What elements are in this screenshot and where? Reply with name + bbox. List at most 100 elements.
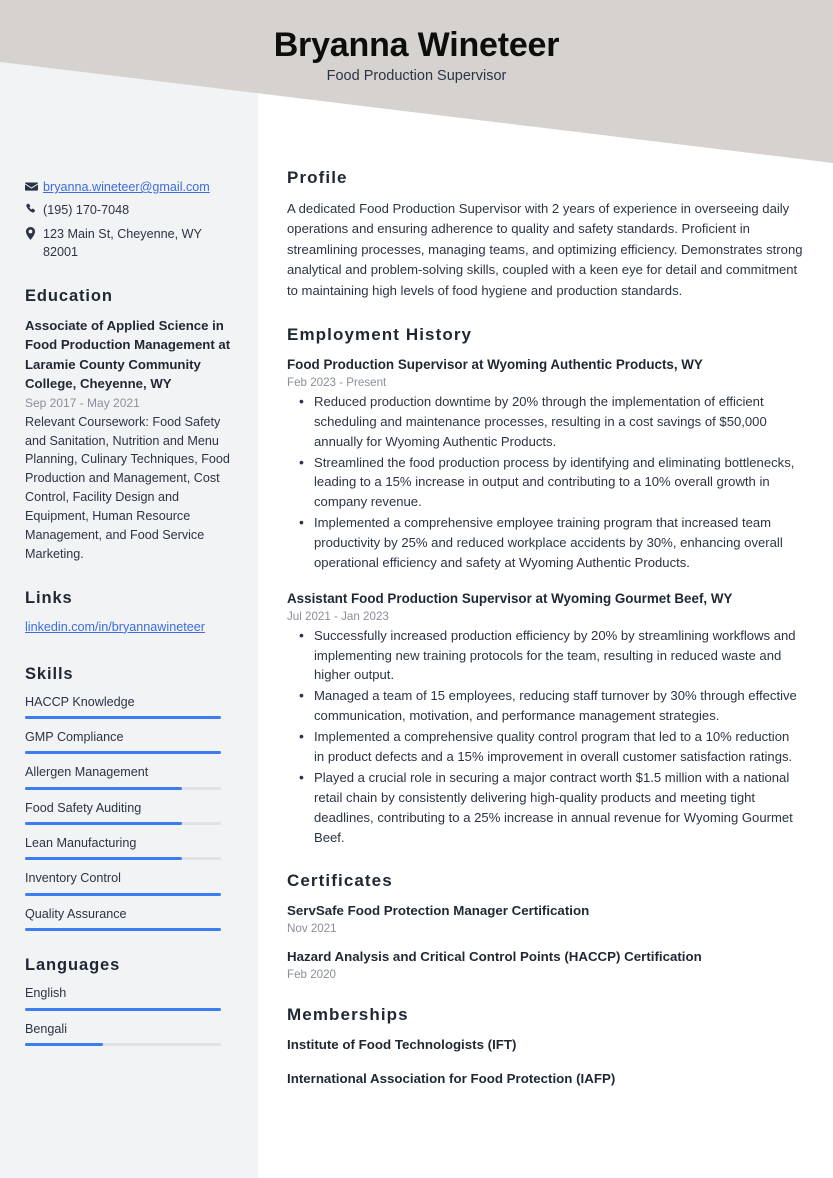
certificate-date: Nov 2021 [287,922,337,936]
language-item-fill [25,1007,221,1011]
job-title: Food Production Supervisor at Wyoming Au… [287,357,703,373]
contact-value: 123 Main St, Cheyenne, WY 82001 [43,226,202,259]
skill-item-track [25,716,221,719]
job-dates: Feb 2023 - Present [287,375,387,389]
languages-heading: Languages [25,956,121,975]
skills-heading: Skills [25,664,74,683]
certificate-item: ServSafe Food Protection Manager Certifi… [287,902,803,935]
job-bullet: Implemented a comprehensive quality cont… [287,726,803,767]
link-item[interactable]: linkedin.com/in/bryannawineteer [25,618,236,637]
job-entry: Assistant Food Production Supervisor at … [287,590,803,848]
certificate-name: ServSafe Food Protection Manager Certifi… [287,903,590,919]
skill-item: Quality Assurance [25,906,236,932]
job-bullet: Managed a team of 15 employees, reducing… [287,685,803,726]
membership-item: International Association for Food Prote… [287,1071,616,1087]
skill-item-label: Allergen Management [25,765,149,780]
employment-section: Employment History Food Production Super… [287,325,803,847]
membership-item: Institute of Food Technologists (IFT) [287,1036,517,1052]
skill-item-track [25,928,221,932]
education-dates: Sep 2017 - May 2021 [25,395,140,410]
skill-item: HACCP Knowledge [25,694,236,719]
skill-item-fill [25,751,221,755]
memberships-heading: Memberships [287,1004,409,1024]
memberships-section: Memberships Institute of Food Technologi… [287,1005,803,1089]
certificate-name: Hazard Analysis and Critical Control Poi… [287,949,702,965]
links-list: linkedin.com/in/bryannawineteer [25,618,236,637]
language-item-track [25,1007,221,1011]
certificates-section: Certificates ServSafe Food Protection Ma… [287,871,803,980]
phone-icon [25,201,43,215]
skill-item-fill [25,716,221,719]
language-item-label: English [25,986,67,1001]
job-bullets: Successfully increased production effici… [287,625,803,848]
certificate-date: Feb 2020 [287,967,336,981]
job-bullet: Implemented a comprehensive employee tra… [287,512,803,573]
education-description: Relevant Coursework: Food Safety and San… [25,414,230,561]
contact-row[interactable]: bryanna.wineteer@gmail.com [25,178,236,196]
job-bullet: Reduced production downtime by 20% throu… [287,391,803,452]
job-title: Assistant Food Production Supervisor at … [287,590,733,606]
language-item: Bengali [25,1021,236,1046]
languages-section: Languages English Bengali [25,956,236,1046]
skill-item-fill [25,786,182,790]
skill-item-track [25,892,221,896]
job-bullets: Reduced production downtime by 20% throu… [287,391,803,573]
job-bullet: Streamlined the food production process … [287,452,803,513]
job-bullet: Played a crucial role in securing a majo… [287,767,803,848]
language-item-fill [25,1042,104,1046]
job-dates: Jul 2021 - Jan 2023 [287,609,389,623]
language-item-label: Bengali [25,1021,68,1036]
links-section: Links linkedin.com/in/bryannawineteer [25,589,236,637]
education-section: Education Associate of Applied Science i… [25,287,236,564]
jobs-list: Food Production Supervisor at Wyoming Au… [287,356,803,847]
skill-item: GMP Compliance [25,729,236,755]
skill-item-track [25,786,221,790]
skill-item-fill [25,928,221,932]
certificates-heading: Certificates [287,871,393,891]
skill-item-label: Food Safety Auditing [25,800,142,815]
language-item-track [25,1042,221,1046]
contact-value[interactable]: bryanna.wineteer@gmail.com [43,178,236,196]
certificate-item: Hazard Analysis and Critical Control Poi… [287,948,803,981]
language-item: English [25,985,236,1011]
profile-heading: Profile [287,168,348,187]
location-pin-icon [25,225,43,240]
job-bullet: Successfully increased production effici… [287,625,803,686]
memberships-list: Institute of Food Technologists (IFT) Int… [287,1036,803,1089]
skills-section: Skills HACCP Knowledge GMP Compliance Alle… [25,665,236,932]
education-degree: Associate of Applied Science in Food Pro… [25,318,231,392]
profile-text: A dedicated Food Production Supervisor w… [287,201,803,298]
skill-item-fill [25,857,182,861]
profile-section: Profile A dedicated Food Production Supe… [287,168,803,301]
skill-item-track [25,751,221,755]
skill-item: Allergen Management [25,764,236,790]
certificates-list: ServSafe Food Protection Manager Certifi… [287,902,803,980]
employment-heading: Employment History [287,325,473,345]
languages-list: English Bengali [25,985,236,1046]
contact-link[interactable]: bryanna.wineteer@gmail.com [43,180,210,194]
skill-item-fill [25,822,182,826]
main-content: Profile A dedicated Food Production Supe… [287,168,803,1113]
resume-page: Bryanna Wineteer Food Production Supervi… [0,0,833,1178]
skill-item: Food Safety Auditing [25,800,236,826]
links-heading: Links [25,588,73,607]
skill-item: Inventory Control [25,870,236,896]
skill-item-track [25,857,221,861]
job-entry: Food Production Supervisor at Wyoming Au… [287,356,803,573]
skill-item-label: Quality Assurance [25,906,127,921]
education-heading: Education [25,287,113,305]
skill-item-label: HACCP Knowledge [25,694,135,709]
skill-item-label: GMP Compliance [25,730,124,744]
skill-item-track [25,822,221,826]
contact-value: (195) 170-7048 [43,203,130,218]
contact-row: 123 Main St, Cheyenne, WY 82001 [25,225,236,262]
envelope-icon [25,178,43,193]
skill-item-label: Lean Manufacturing [25,836,137,851]
contact-list: bryanna.wineteer@gmail.com (195) 170-7048… [25,178,236,261]
skill-item: Lean Manufacturing [25,835,236,861]
sidebar: bryanna.wineteer@gmail.com (195) 170-7048… [0,0,258,1071]
contact-row: (195) 170-7048 [25,201,236,219]
skill-item-label: Inventory Control [25,871,121,886]
link-anchor[interactable]: linkedin.com/in/bryannawineteer [25,620,205,634]
skills-list: HACCP Knowledge GMP Compliance Allergen Ma… [25,694,236,932]
